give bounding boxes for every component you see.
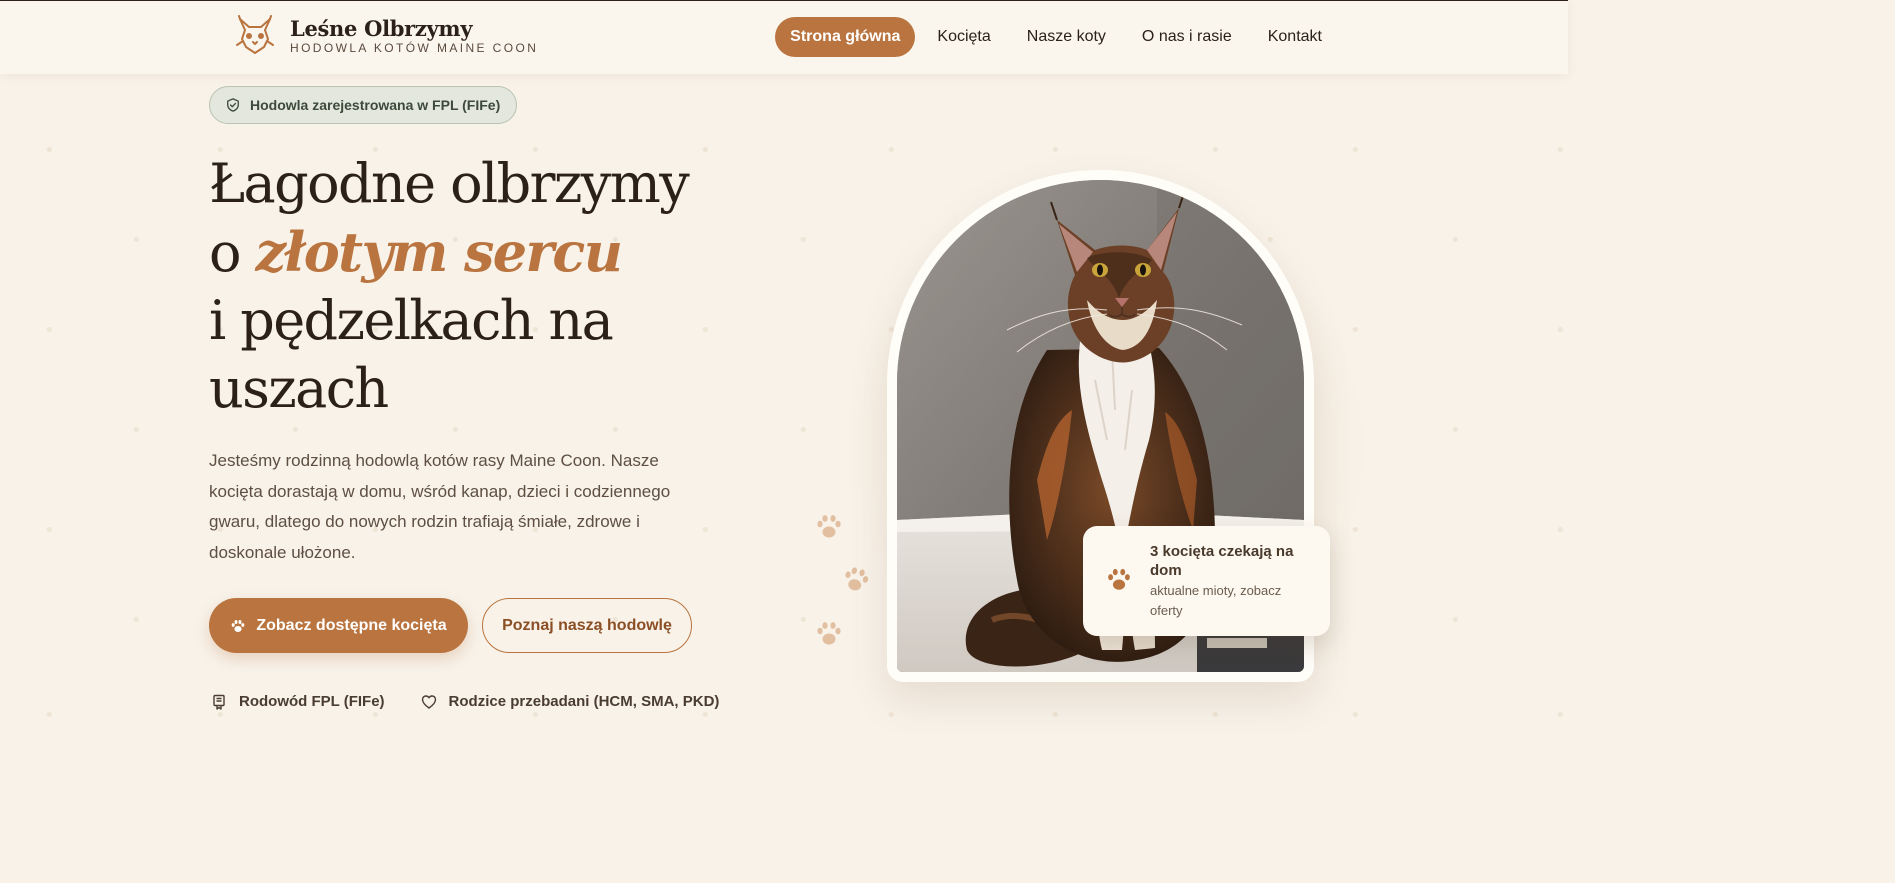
brand-name: Leśne Olbrzymy [290, 16, 473, 41]
paw-pattern-dot: • [131, 230, 142, 251]
paw-pattern-dot: • [1555, 140, 1566, 161]
nav-item-home[interactable]: Strona główna [775, 17, 916, 57]
paw-pattern-dot: • [44, 705, 55, 726]
feature-health-tests: Rodzice przebadani (HCM, SMA, PKD) [421, 693, 720, 710]
feature-pedigree: Rodowód FPL (FIFe) [211, 693, 385, 710]
brand-tagline: HODOWLA KOTÓW MAINE COON [290, 41, 539, 55]
paw-pattern-dot: • [798, 420, 809, 441]
paw-pattern-dot: • [44, 520, 55, 541]
paw-pattern-dot: • [131, 610, 142, 631]
hero-headline: Łagodne olbrzymy o złotym sercu i pędzel… [209, 150, 769, 423]
feature-pedigree-label: Rodowód FPL (FIFe) [239, 693, 385, 710]
paw-pattern-dot: • [290, 420, 301, 441]
kittens-available-title: 3 kocięta czekają na dom [1150, 543, 1294, 579]
headline-line-1: Łagodne olbrzymy [209, 152, 690, 215]
paw-pattern-dot: • [1555, 705, 1566, 726]
paw-pattern-dot: • [886, 140, 897, 161]
paw-pattern-dot: • [1350, 705, 1361, 726]
paw-pattern-dot: • [1210, 705, 1221, 726]
paw-icon [232, 619, 245, 632]
shield-check-icon [227, 98, 239, 112]
paw-pattern-dot: • [1555, 520, 1566, 541]
lynx-head-icon [236, 15, 274, 54]
feature-list: Rodowód FPL (FIFe) Rodzice przebadani (H… [211, 693, 755, 710]
paw-pattern-dot: • [798, 230, 809, 251]
paw-pattern-dot: • [886, 705, 897, 726]
nav-item-kittens[interactable]: Kocięta [919, 17, 1008, 57]
paw-pattern-dot: • [610, 420, 621, 441]
paw-pattern-dot: • [44, 140, 55, 161]
paw-pattern-dot: • [1050, 140, 1061, 161]
headline-accent: złotym sercu [255, 220, 622, 284]
paw-icon [1108, 568, 1130, 590]
hero-lead-text: Jesteśmy rodzinną hodowlą kotów rasy Mai… [209, 451, 671, 562]
see-kittens-button-label: Zobacz dostępne kocięta [256, 616, 447, 634]
heart-icon [421, 694, 436, 709]
nav-item-contact[interactable]: Kontakt [1250, 17, 1340, 57]
certificate-icon [213, 694, 225, 710]
fpl-registration-badge: Hodowla zarejestrowana w FPL (FIFe) [209, 86, 518, 124]
see-kittens-button[interactable]: Zobacz dostępne kocięta [209, 598, 468, 653]
paw-pattern-dot: • [1050, 705, 1061, 726]
paw-pattern-dot: • [1210, 140, 1221, 161]
badge-label: Hodowla zarejestrowana w FPL (FIFe) [250, 97, 501, 113]
paw-print-icon [817, 622, 841, 645]
feature-health-tests-label: Rodzice przebadani (HCM, SMA, PKD) [448, 693, 720, 710]
main-nav: Strona główna Kocięta Nasze koty O nas i… [775, 17, 1340, 57]
site-header: Leśne Olbrzymy HODOWLA KOTÓW MAINE COON … [0, 0, 1568, 74]
paw-pattern-dot: • [1450, 610, 1461, 631]
paw-pattern-dot: • [44, 320, 55, 341]
nav-item-our-cats[interactable]: Nasze koty [1009, 17, 1124, 57]
meet-cattery-button[interactable]: Poznaj naszą hodowlę [482, 598, 692, 653]
paw-pattern-dot: • [1350, 140, 1361, 161]
paw-pattern-dot: • [131, 420, 142, 441]
paw-pattern-dot: • [450, 420, 461, 441]
brand[interactable]: Leśne Olbrzymy HODOWLA KOTÓW MAINE COON [234, 15, 538, 57]
paw-pattern-dot: • [1555, 320, 1566, 341]
headline-line-3: i pędzelkach na uszach [209, 289, 614, 420]
paw-print-icon [817, 515, 841, 538]
paw-pattern-dot: • [1450, 230, 1461, 251]
headline-line-2-prefix: o [209, 221, 256, 284]
paw-pattern-dot: • [798, 610, 809, 631]
meet-cattery-button-label: Poznaj naszą hodowlę [502, 616, 672, 634]
kittens-available-card[interactable]: 3 kocięta czekają na dom aktualne mioty,… [1083, 526, 1330, 636]
nav-item-about[interactable]: O nas i rasie [1124, 17, 1250, 57]
paw-print-icon [845, 567, 869, 591]
paw-pattern-dot: • [1450, 420, 1461, 441]
kittens-available-subtitle: aktualne mioty, zobacz oferty [1150, 583, 1282, 618]
